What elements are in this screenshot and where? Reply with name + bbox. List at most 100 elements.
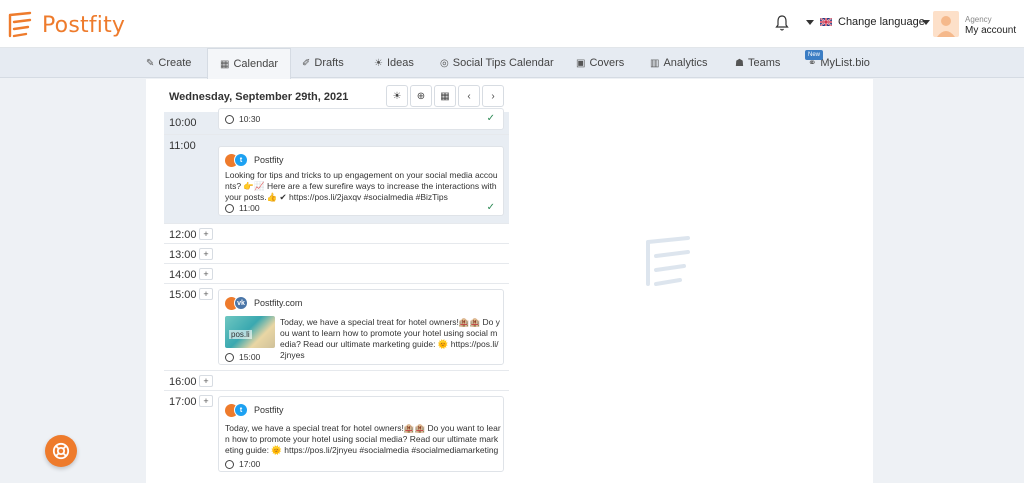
- time-slot-1200: 12:00 +: [164, 223, 509, 243]
- nav-drafts[interactable]: ✐ Drafts: [302, 48, 344, 78]
- page-title: Wednesday, September 29th, 2021: [169, 91, 349, 103]
- brand-name: Postfity: [42, 12, 126, 38]
- bar-chart-icon: ▥: [650, 57, 660, 69]
- post-card-1500[interactable]: vk Postfity.com pos.li Today, we have a …: [218, 289, 504, 365]
- nav-social-tips-calendar[interactable]: ◎ Social Tips Calendar: [440, 48, 554, 78]
- account-name: My account: [965, 25, 1017, 36]
- edit-icon: ✎: [146, 57, 155, 69]
- nav-mylist-label: MyList.bio: [820, 57, 870, 69]
- nav-social-tips-label: Social Tips Calendar: [452, 57, 554, 69]
- slot-time: 13:00: [169, 249, 197, 261]
- post-time: 15:00: [225, 352, 260, 362]
- brand-logo[interactable]: Postfity: [6, 10, 125, 40]
- nav-teams[interactable]: ☗ Teams: [735, 48, 780, 78]
- post-time: 10:30: [225, 114, 260, 124]
- slot-time: 16:00: [169, 376, 197, 388]
- nav-calendar-label: Calendar: [233, 58, 279, 70]
- avatar[interactable]: [933, 11, 959, 37]
- time-slot-1500: 15:00 + vk Postfity.com pos.li Today, we…: [164, 283, 509, 370]
- compass-icon: ◎: [440, 57, 449, 69]
- nav-calendar[interactable]: ▦ Calendar: [207, 48, 292, 79]
- day-view: Wednesday, September 29th, 2021 ☀ ⊕ ▦ ‹ …: [164, 79, 509, 483]
- clock-icon: [225, 114, 234, 124]
- chevron-right-icon: ›: [491, 90, 495, 102]
- ideas-toggle-button[interactable]: ☀: [386, 85, 408, 107]
- lightbulb-icon: ☀: [392, 90, 402, 102]
- twitter-icon: t: [234, 403, 248, 417]
- notifications-bell-icon[interactable]: [774, 14, 790, 32]
- add-post-button[interactable]: +: [199, 288, 213, 300]
- add-post-button[interactable]: +: [199, 228, 213, 240]
- nav-ideas[interactable]: ☀ Ideas: [374, 48, 414, 78]
- previous-day-button[interactable]: ‹: [458, 85, 480, 107]
- post-time-value: 11:00: [239, 203, 260, 213]
- post-account: Postfity.com: [254, 298, 303, 308]
- time-slot-1700: 17:00 + t Postfity Today, we have a spec…: [164, 390, 509, 483]
- users-icon: ☗: [735, 57, 744, 69]
- time-slot-1600: 16:00 +: [164, 370, 509, 390]
- add-post-button[interactable]: +: [199, 395, 213, 407]
- post-text: Today, we have a special treat for hotel…: [280, 317, 500, 360]
- today-button[interactable]: ⊕: [410, 85, 432, 107]
- post-header: t Postfity: [225, 403, 284, 417]
- slot-time: 11:00: [169, 140, 196, 152]
- top-header: Postfity Change language Agency My accou…: [0, 0, 1024, 48]
- nav-covers[interactable]: ▣ Covers: [576, 48, 624, 78]
- account-menu[interactable]: Agency My account: [965, 14, 1016, 36]
- postfity-logo-icon: [8, 11, 32, 38]
- clock-icon: [225, 352, 234, 362]
- new-badge: New: [805, 50, 824, 60]
- link-preview-label: pos.li: [229, 330, 252, 339]
- twitter-icon: t: [234, 153, 248, 167]
- date-picker-button[interactable]: ▦: [434, 85, 456, 107]
- nav-ideas-label: Ideas: [386, 57, 414, 69]
- time-slot-1300: 13:00 +: [164, 243, 509, 263]
- post-card-1030[interactable]: 10:30 ✓: [218, 108, 504, 130]
- nav-drafts-label: Drafts: [314, 57, 344, 69]
- calendar-panel: Wednesday, September 29th, 2021 ☀ ⊕ ▦ ‹ …: [146, 79, 873, 483]
- lifebuoy-icon: [52, 442, 70, 460]
- post-header: t Postfity: [225, 153, 284, 167]
- nav-create[interactable]: ✎ Create: [146, 48, 191, 78]
- clock-icon: [225, 203, 234, 213]
- post-text: Today, we have a special treat for hotel…: [225, 423, 501, 455]
- calendar-icon: ▦: [440, 90, 450, 102]
- published-check-icon: ✓: [486, 202, 495, 213]
- nav-analytics[interactable]: ▥ Analytics: [650, 48, 707, 78]
- language-selector[interactable]: Change language: [806, 16, 925, 28]
- time-slot-1100: 11:00 t Postfity Looking for tips and tr…: [164, 134, 509, 223]
- account-role: Agency: [965, 15, 992, 24]
- post-account: Postfity: [254, 405, 284, 415]
- post-time-value: 15:00: [239, 352, 261, 362]
- post-text: Looking for tips and tricks to up engage…: [225, 170, 498, 202]
- pencil-icon: ✐: [302, 57, 311, 69]
- image-icon: ▣: [576, 57, 586, 69]
- post-header: vk Postfity.com: [225, 296, 302, 310]
- chevron-down-icon: [806, 19, 814, 25]
- add-post-button[interactable]: +: [199, 268, 213, 280]
- slot-time: 15:00: [169, 289, 197, 301]
- lightbulb-icon: ☀: [374, 57, 383, 69]
- calendar-icon: ▦: [220, 58, 230, 70]
- slot-time: 12:00: [169, 229, 197, 241]
- language-label: Change language: [838, 16, 925, 28]
- post-card-1700[interactable]: t Postfity Today, we have a special trea…: [218, 396, 504, 472]
- main-navigation: ✎ Create ▦ Calendar ✐ Drafts ☀ Ideas ◎ S…: [0, 48, 1024, 79]
- time-slot-1400: 14:00 +: [164, 263, 509, 283]
- slot-time: 14:00: [169, 269, 197, 281]
- uk-flag-icon: [820, 18, 832, 26]
- add-post-button[interactable]: +: [199, 248, 213, 260]
- chevron-left-icon: ‹: [467, 90, 471, 102]
- clock-icon: [225, 459, 234, 469]
- postfity-watermark-icon: [646, 236, 690, 286]
- nav-teams-label: Teams: [747, 57, 781, 69]
- user-avatar-icon: [937, 16, 955, 37]
- help-button[interactable]: [45, 435, 77, 467]
- add-post-button[interactable]: +: [199, 375, 213, 387]
- nav-analytics-label: Analytics: [663, 57, 708, 69]
- next-day-button[interactable]: ›: [482, 85, 504, 107]
- post-time-value: 10:30: [239, 114, 261, 124]
- account-menu-chevron-icon[interactable]: [922, 20, 930, 25]
- slot-time: 17:00: [169, 396, 197, 408]
- post-card-1100[interactable]: t Postfity Looking for tips and tricks t…: [218, 146, 504, 216]
